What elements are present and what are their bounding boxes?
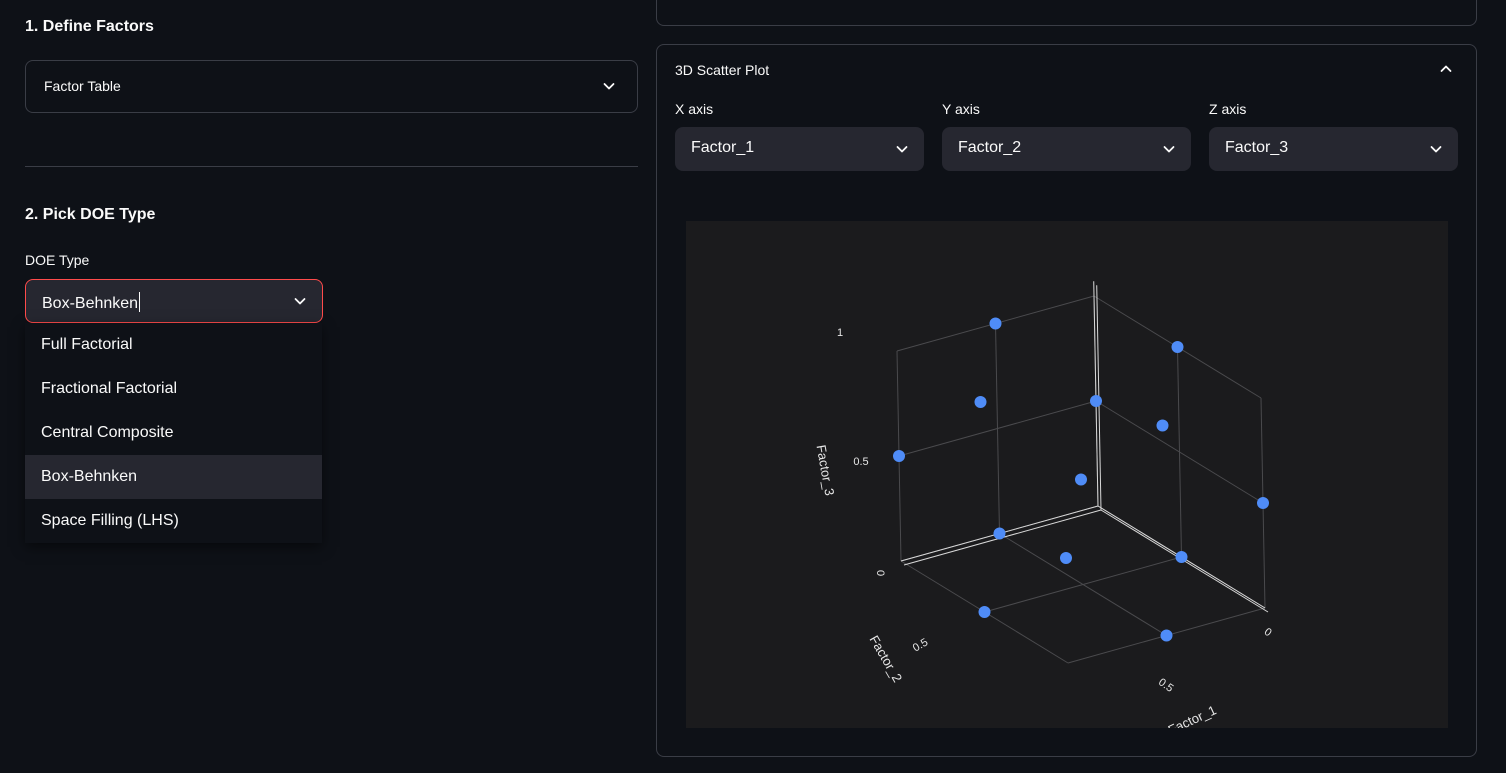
scatter-point: [1060, 552, 1072, 564]
scatter-point: [1090, 395, 1102, 407]
doe-option-fractional-factorial[interactable]: Fractional Factorial: [25, 367, 322, 411]
chevron-down-icon: [601, 78, 617, 94]
x-axis-select[interactable]: Factor_1: [675, 127, 924, 171]
x-tick-label: 0.5: [1156, 676, 1175, 695]
doe-type-label: DOE Type: [25, 252, 90, 268]
scatter-point: [978, 606, 991, 618]
z-axis-title: Factor_3: [814, 444, 838, 497]
chevron-down-icon: [1161, 141, 1177, 157]
scatter-3d-svg[interactable]: 0 0.5 1 0.5 0 0.5 Factor_3 Factor_2 Factor_1: [686, 221, 1448, 728]
previous-card: [656, 0, 1477, 26]
scatter-point: [893, 450, 905, 462]
y-axis-label: Y axis: [942, 101, 980, 117]
z-tick-label: 0.5: [853, 456, 868, 468]
doe-type-value[interactable]: Box-Behnken: [42, 292, 141, 313]
z-axis-label: Z axis: [1209, 101, 1247, 117]
scatter-point: [974, 396, 987, 408]
doe-option-full-factorial[interactable]: Full Factorial: [25, 323, 322, 367]
factor-table-label: Factor Table: [44, 78, 121, 94]
scatter-point: [1171, 341, 1184, 353]
x-axis-group: X axis Factor_1: [675, 100, 924, 171]
scatter-point: [1257, 497, 1269, 509]
doe-option-space-filling[interactable]: Space Filling (LHS): [25, 499, 322, 543]
scatter-plot-title[interactable]: 3D Scatter Plot: [675, 62, 769, 78]
y-axis-select[interactable]: Factor_2: [942, 127, 1191, 171]
doe-type-select[interactable]: Box-Behnken: [25, 279, 323, 323]
z-tick-label: 0: [874, 570, 886, 576]
y-tick-label: 0.5: [911, 636, 930, 654]
scatter-point: [989, 317, 1002, 330]
chevron-down-icon: [894, 141, 910, 157]
doe-option-central-composite[interactable]: Central Composite: [25, 411, 322, 455]
scatter-plot-expander: 3D Scatter Plot X axis Factor_1 Y axis F…: [656, 44, 1477, 757]
section-divider: [25, 166, 638, 167]
grid-line: [1095, 400, 1264, 504]
chevron-down-icon: [292, 293, 308, 309]
pick-doe-heading: 2. Pick DOE Type: [25, 206, 156, 223]
x-axis-value: Factor_1: [691, 139, 755, 156]
scatter-point: [1156, 419, 1169, 432]
y-axis-group: Y axis Factor_2: [942, 100, 1191, 171]
y-axis-value: Factor_2: [958, 139, 1022, 156]
scatter-point: [1075, 473, 1087, 486]
y-axis-title: Factor_2: [867, 633, 906, 685]
z-axis-value: Factor_3: [1225, 139, 1289, 156]
scatter-point: [1175, 551, 1188, 563]
scatter-3d-plot[interactable]: 0 0.5 1 0.5 0 0.5 Factor_3 Factor_2 Factor_1: [686, 221, 1448, 728]
doe-option-box-behnken[interactable]: Box-Behnken: [25, 455, 322, 499]
z-axis-group: Z axis Factor_3: [1209, 100, 1458, 171]
scatter-point: [1160, 629, 1173, 642]
doe-type-dropdown-menu: Full Factorial Fractional Factorial Cent…: [25, 323, 322, 543]
x-axis-title: Factor_1: [1166, 702, 1219, 728]
x-axis-label: X axis: [675, 101, 714, 117]
x-tick-label: 0: [1262, 626, 1274, 639]
chevron-up-icon[interactable]: [1438, 61, 1454, 77]
grid-line: [999, 533, 1167, 636]
chevron-down-icon: [1428, 141, 1444, 157]
z-tick-label: 1: [837, 327, 843, 339]
define-factors-heading: 1. Define Factors: [25, 18, 154, 35]
z-axis-select[interactable]: Factor_3: [1209, 127, 1458, 171]
factor-table-expander[interactable]: Factor Table: [25, 60, 638, 113]
scatter-point: [993, 527, 1006, 540]
